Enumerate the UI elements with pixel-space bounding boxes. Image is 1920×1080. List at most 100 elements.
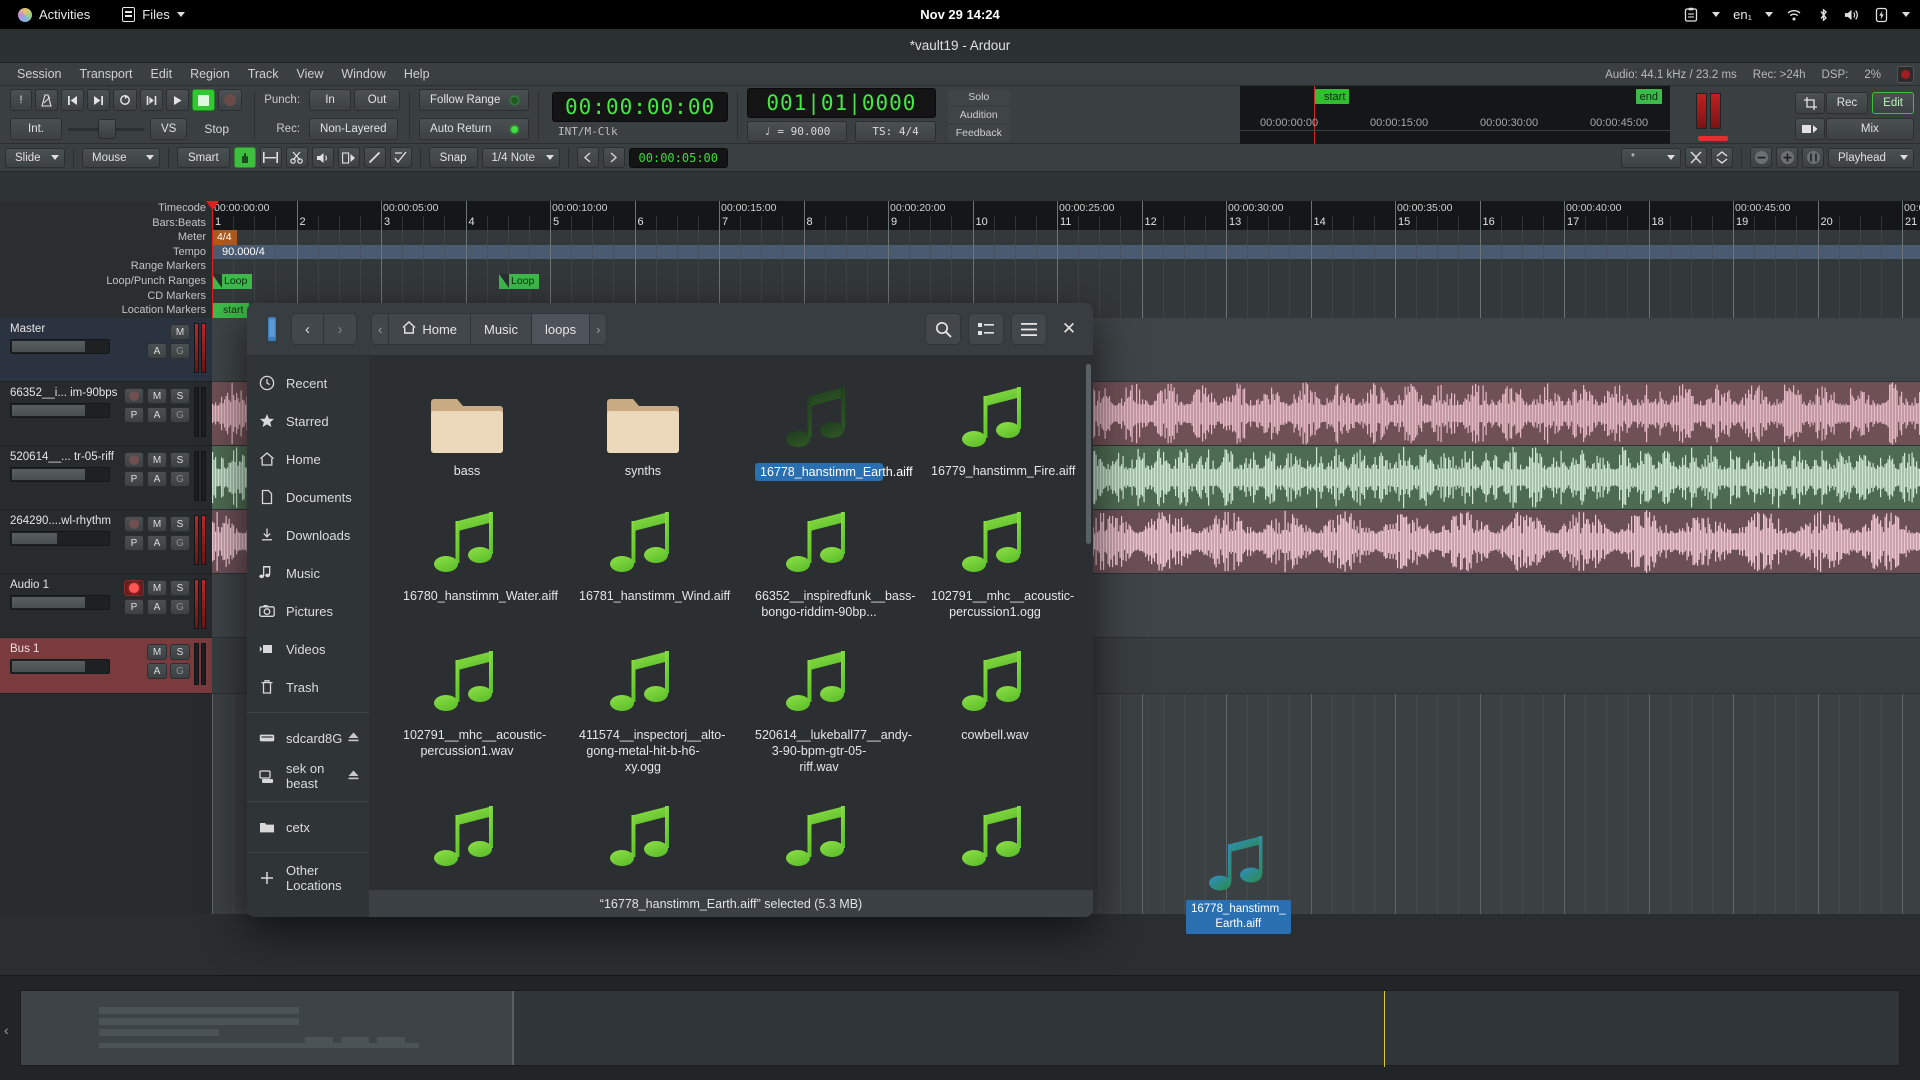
ruler-name-cd[interactable]: CD Markers [0,289,212,304]
ruler-tempo[interactable] [212,244,1920,260]
edit-content-tool-icon[interactable] [389,147,412,168]
playhead-cursor[interactable] [206,201,219,318]
track-mute-button[interactable]: M [147,452,167,468]
rec-mode-button[interactable]: Non-Layered [309,118,398,140]
track-gain-fader[interactable] [10,467,110,482]
breadcrumb-music[interactable]: Music [471,313,532,345]
track-group-button[interactable]: G [170,663,190,679]
eject-icon[interactable] [347,769,360,784]
track-header[interactable]: 520614__... tr-05-riff M S P A G [0,446,212,510]
bluetooth-icon[interactable] [1815,7,1831,23]
track-group-button[interactable]: G [170,407,190,423]
loop-range-start[interactable]: Loop [212,274,253,289]
track-automation-button[interactable]: A [147,471,167,487]
track-solo-button[interactable]: S [170,580,190,596]
place-item-pictures[interactable]: Pictures [247,592,369,630]
track-automation-button[interactable]: A [147,663,167,679]
track-playlist-button[interactable]: P [124,407,144,423]
file-item[interactable]: 102791__mhc__acoustic-percussion1.ogg [907,495,1083,634]
loop-button[interactable] [113,89,137,111]
place-item-downloads[interactable]: Downloads [247,516,369,554]
varispeed-button[interactable]: VS [150,118,188,140]
file-item[interactable]: 411574__inspectorj__alto-gong-metal-hit-… [555,634,731,789]
file-item[interactable] [379,789,555,889]
sidebar-toggle-icon[interactable] [261,315,283,343]
audition-indicator[interactable]: Audition [947,106,1010,123]
editor-summary[interactable]: ‹ [0,975,1920,1080]
battery-icon[interactable] [1873,7,1889,23]
breadcrumb-loops[interactable]: loops [531,313,591,345]
file-item[interactable]: 102791__mhc__acoustic-percussion1.wav [379,634,555,789]
track-header[interactable]: 66352__i... im-90bps M S P A G [0,382,212,446]
track-name[interactable]: Audio 1 [10,579,114,591]
track-name[interactable]: 264290....wl-rhythm [10,515,114,527]
ruler-name-looppunch[interactable]: Loop/Punch Ranges [0,274,212,289]
meter-marker[interactable]: 4/4 [212,230,237,245]
place-item-documents[interactable]: Documents [247,478,369,516]
track-mute-button[interactable]: M [170,324,190,340]
track-header[interactable]: Master M A G [0,318,212,382]
forward-button[interactable]: › [324,313,357,345]
file-item[interactable]: 16778_hanstimm_Earth.aiff [731,370,913,495]
range-tool-icon[interactable] [259,147,282,168]
file-item[interactable]: 66352__inspiredfunk__bass-bongo-riddim-9… [731,495,916,634]
place-item-starred[interactable]: Starred [247,402,369,440]
record-button[interactable] [218,89,242,111]
auto-return-button[interactable]: Auto Return [419,118,530,140]
menu-transport[interactable]: Transport [70,65,141,83]
breadcrumb-scroll-right[interactable]: › [590,313,608,345]
eject-icon[interactable] [347,731,360,746]
app-menu-files[interactable]: Files [116,5,190,24]
track-solo-button[interactable]: S [170,644,190,660]
cut-tool-icon[interactable] [285,147,308,168]
ruler-name-tempo[interactable]: Tempo [0,245,212,260]
solo-indicator[interactable]: Solo [947,88,1010,105]
place-item-music[interactable]: Music [247,554,369,592]
tempo-button[interactable]: ♩ = 90.000 [747,120,848,142]
track-header[interactable]: Audio 1 MS PAG [0,574,212,638]
track-solo-button[interactable]: S [170,516,190,532]
track-group-button[interactable]: G [170,471,190,487]
menu-window[interactable]: Window [332,65,394,83]
file-grid-scrollbar[interactable] [1086,364,1091,544]
menu-edit[interactable]: Edit [142,65,182,83]
stop-button[interactable] [192,89,215,111]
track-automation-button[interactable]: A [147,599,167,615]
location-marker-start[interactable]: start [212,303,250,318]
place-item-videos[interactable]: Videos [247,630,369,668]
track-name[interactable]: 66352__i... im-90bps [10,387,117,399]
track-automation-button[interactable]: A [147,535,167,551]
track-group-button[interactable]: G [170,343,190,359]
zoom-preset-selector[interactable]: * [1621,147,1681,168]
place-item-recent[interactable]: Recent [247,364,369,402]
place-item-trash[interactable]: Trash [247,668,369,706]
view-list-icon[interactable] [968,313,1004,345]
crop-tool-button[interactable] [1795,92,1826,114]
sync-source-button[interactable]: Int. [10,118,62,140]
close-icon[interactable]: ✕ [1054,314,1084,344]
file-manager-window[interactable]: ‹ › ‹ Home Music loops › ✕ Recent Starre… [247,303,1093,917]
monitor-section-button[interactable] [1795,118,1826,140]
track-gain-fader[interactable] [10,339,110,354]
ruler-name-meter[interactable]: Meter [0,230,212,245]
menu-view[interactable]: View [287,65,332,83]
minitimeline-end-marker[interactable]: end [1635,89,1662,104]
track-playlist-button[interactable]: P [124,535,144,551]
tempo-marker[interactable]: 90.000/4 [222,245,265,260]
file-item[interactable] [555,789,731,889]
loop-range-end[interactable]: Loop [499,274,540,289]
hamburger-icon[interactable] [1011,313,1047,345]
file-item[interactable] [731,789,907,889]
zoom-in-icon[interactable] [1776,147,1798,168]
track-name[interactable]: 520614__... tr-05-riff [10,451,114,463]
track-automation-button[interactable]: A [147,407,167,423]
time-signature-button[interactable]: TS: 4/4 [855,120,936,142]
secondary-clock[interactable]: 001|01|0000 [747,87,936,118]
ruler-name-barsbeats[interactable]: Bars:Beats [0,216,212,231]
midi-panic-button[interactable]: ! [10,89,32,111]
track-record-arm[interactable] [124,452,144,468]
track-automation-button[interactable]: A [147,343,167,359]
place-item-sek-on-beast[interactable]: sek on beast [247,757,369,795]
track-mute-button[interactable]: M [147,516,167,532]
shuttle-slider[interactable] [65,118,147,140]
